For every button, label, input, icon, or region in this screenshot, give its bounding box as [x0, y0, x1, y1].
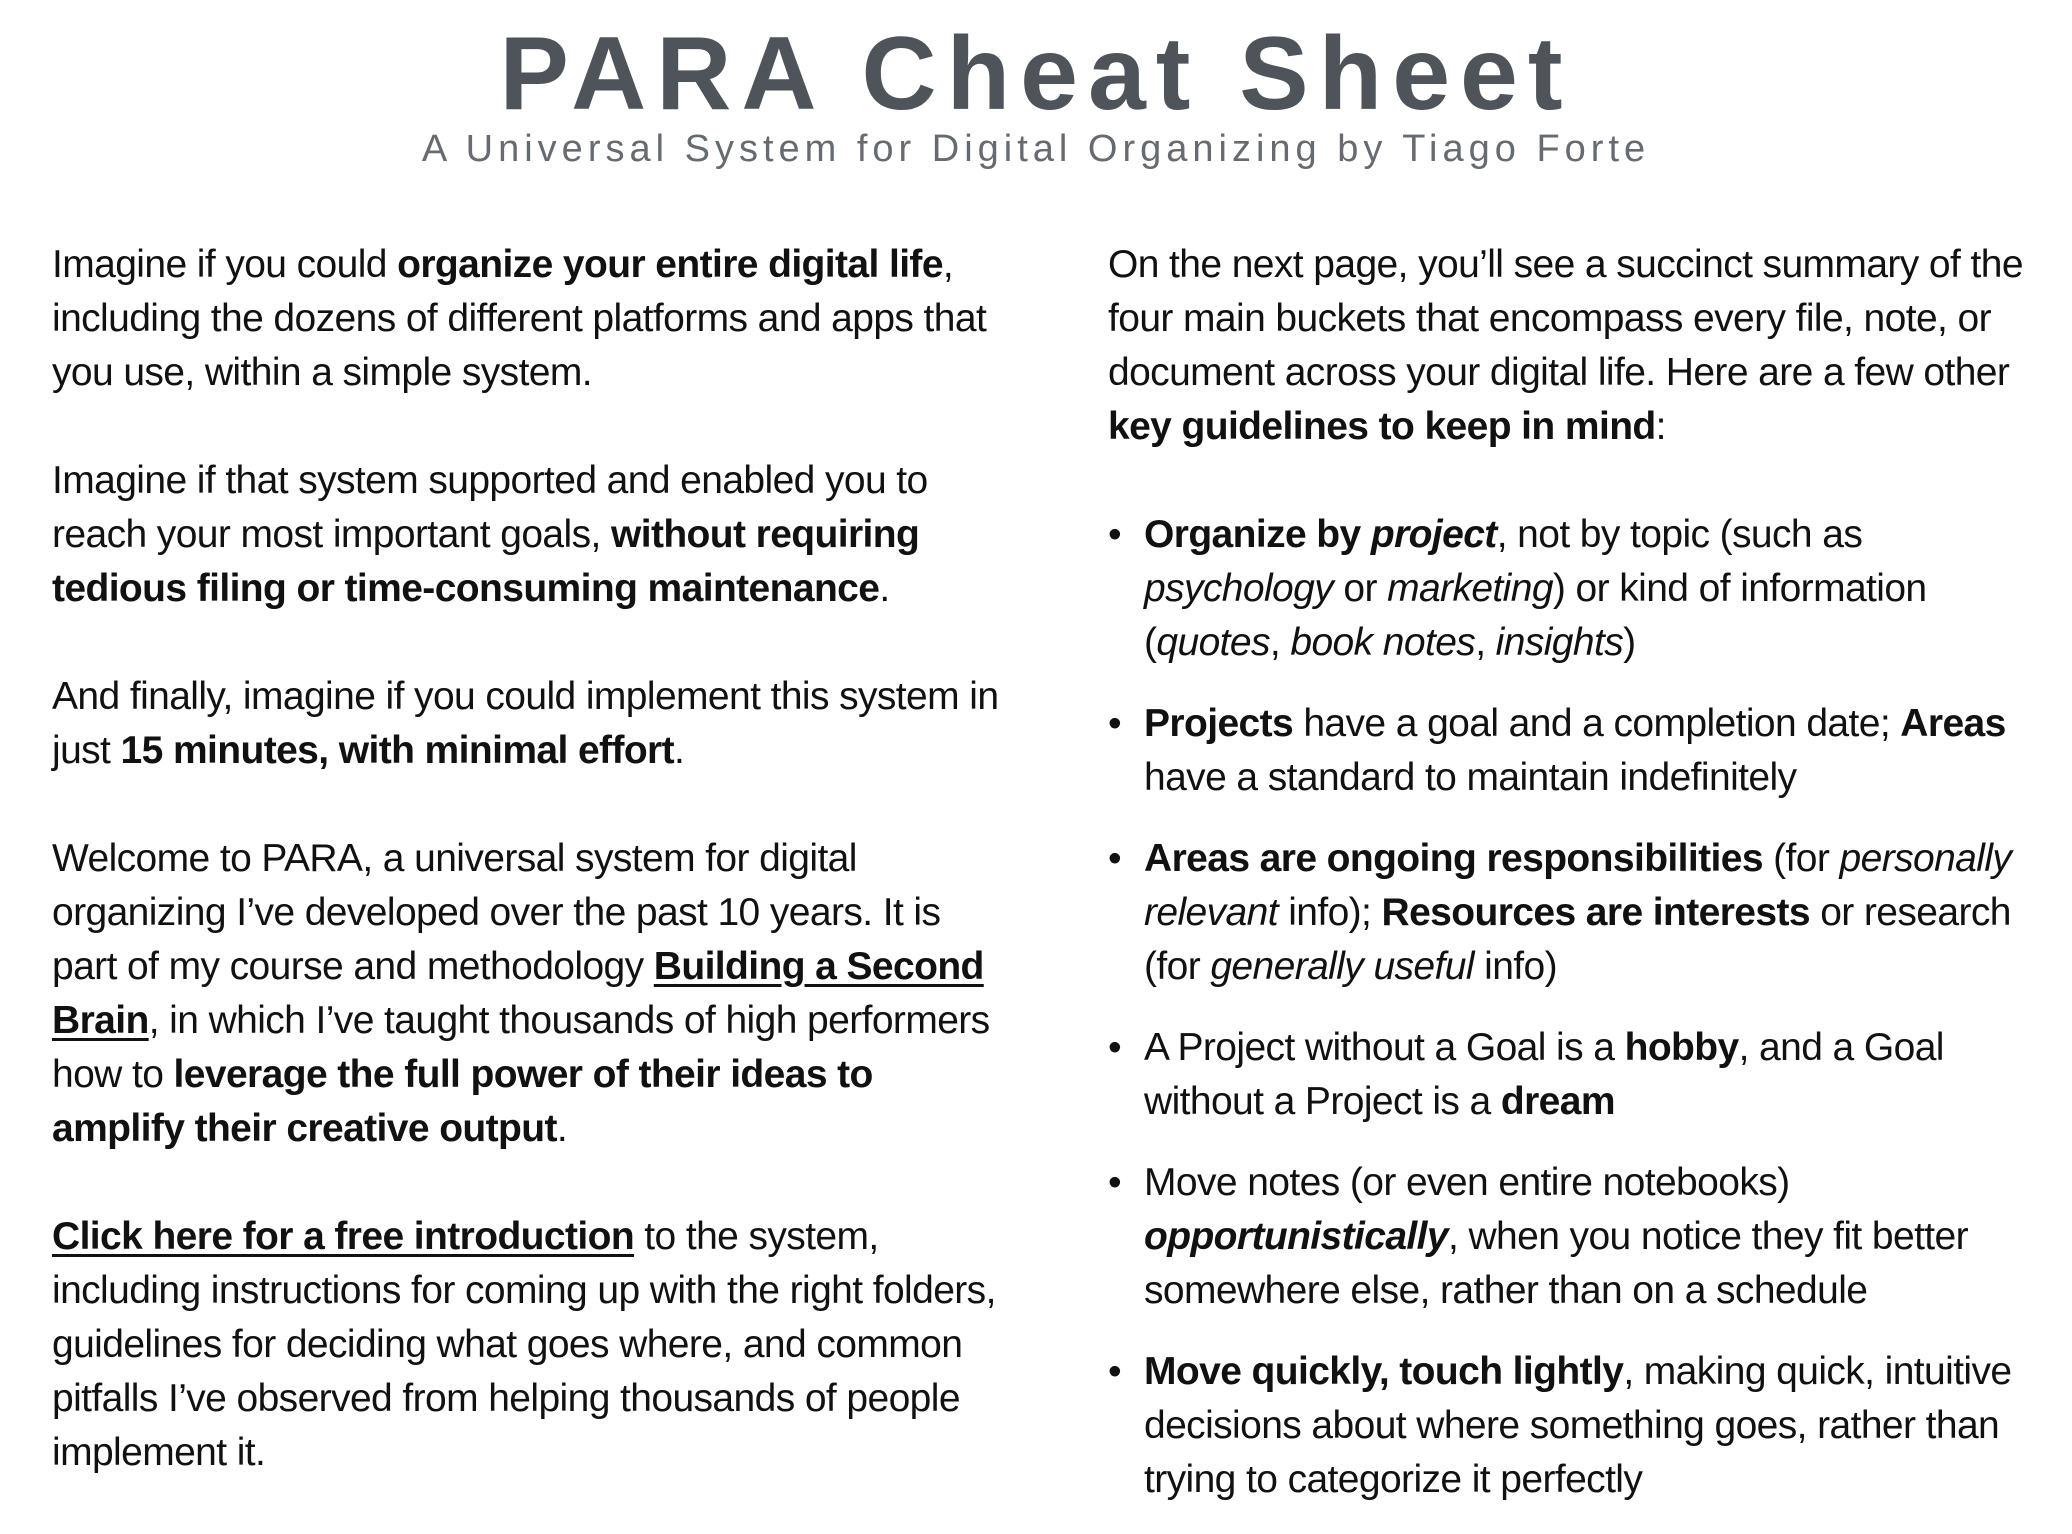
emphasis: 15 minutes, with minimal effort [120, 729, 675, 772]
left-column: Imagine if you could organize your entir… [52, 238, 1012, 1534]
emphasis: Projects [1144, 702, 1294, 745]
right-column: On the next page, you’ll see a succinct … [1108, 238, 2054, 1534]
text: . [674, 729, 685, 772]
italic-text: book notes [1290, 621, 1476, 664]
guidelines-intro: On the next page, you’ll see a succinct … [1108, 238, 2054, 454]
bullet: • [1108, 702, 1122, 745]
text: On the next page, you’ll see a succinct … [1108, 243, 2024, 394]
intro-paragraph-2: Imagine if that system supported and ena… [52, 454, 1012, 616]
free-introduction-link[interactable]: Click here for a free introduction [52, 1215, 635, 1258]
bullet: • [1108, 1350, 1122, 1393]
list-item: • Move quickly, touch lightly, making qui… [1108, 1345, 2054, 1507]
bullet: • [1108, 513, 1122, 556]
intro-paragraph-1: Imagine if you could organize your entir… [52, 238, 1012, 400]
italic-text: generally useful [1210, 945, 1474, 988]
page-title: PARA Cheat Sheet [499, 16, 1573, 132]
emphasis: key guidelines to keep in mind [1108, 405, 1656, 448]
list-item: • Organize by project, not by topic (such… [1108, 508, 2054, 670]
text: , [1269, 621, 1291, 664]
bullet: • [1108, 1026, 1122, 1069]
guidelines-list: • Organize by project, not by topic (such… [1108, 508, 2054, 1507]
text: A Project without a Goal is a [1144, 1026, 1625, 1069]
list-item: • Projects have a goal and a completion d… [1108, 697, 2054, 805]
italic-text: psychology [1144, 567, 1334, 610]
text: have a goal and a completion date; [1293, 702, 1901, 745]
text: have a standard to maintain indefinitely [1144, 756, 1797, 799]
text: : [1655, 405, 1667, 448]
italic-text: insights [1495, 621, 1624, 664]
text: . [556, 1107, 568, 1150]
list-item: • Areas are ongoing responsibilities (for… [1108, 832, 2054, 994]
text: or [1333, 567, 1388, 610]
free-intro-paragraph: Click here for a free introduction to th… [52, 1210, 1012, 1480]
text: . [879, 567, 890, 610]
text: (for [1762, 837, 1840, 880]
text: Imagine if you could [52, 243, 398, 286]
text: ) [1623, 621, 1636, 664]
text: info); [1277, 891, 1382, 934]
list-item: • Move notes (or even entire notebooks) o… [1108, 1156, 2054, 1318]
emphasis: Move quickly, touch lightly [1144, 1350, 1624, 1393]
bullet: • [1108, 837, 1122, 880]
emphasis: project [1370, 513, 1497, 556]
text: , not by topic (such as [1496, 513, 1863, 556]
emphasis: leverage the full power of their ideas t… [52, 1053, 873, 1150]
emphasis: opportunistically [1144, 1215, 1449, 1258]
bullet: • [1108, 1161, 1122, 1204]
intro-paragraph-3: And finally, imagine if you could implem… [52, 670, 1012, 778]
text: , [1475, 621, 1496, 664]
emphasis: Organize by [1144, 513, 1371, 556]
cheat-sheet-page: PARA Cheat Sheet A Universal System for … [0, 0, 2072, 1514]
italic-text: marketing [1387, 567, 1553, 610]
list-item: • A Project without a Goal is a hobby, an… [1108, 1021, 2054, 1129]
text: info) [1473, 945, 1558, 988]
page-subtitle: A Universal System for Digital Organizin… [421, 128, 1651, 170]
welcome-paragraph: Welcome to PARA, a universal system for … [52, 832, 1012, 1156]
emphasis: dream [1500, 1080, 1616, 1123]
italic-text: quotes [1156, 621, 1270, 664]
emphasis: Areas are ongoing responsibilities [1144, 837, 1764, 880]
text: Move notes (or even entire notebooks) [1144, 1161, 1790, 1204]
emphasis: hobby [1624, 1026, 1740, 1069]
emphasis: organize your entire digital life [397, 243, 943, 286]
emphasis: Areas [1900, 702, 2006, 745]
emphasis: Resources are interests [1381, 891, 1811, 934]
